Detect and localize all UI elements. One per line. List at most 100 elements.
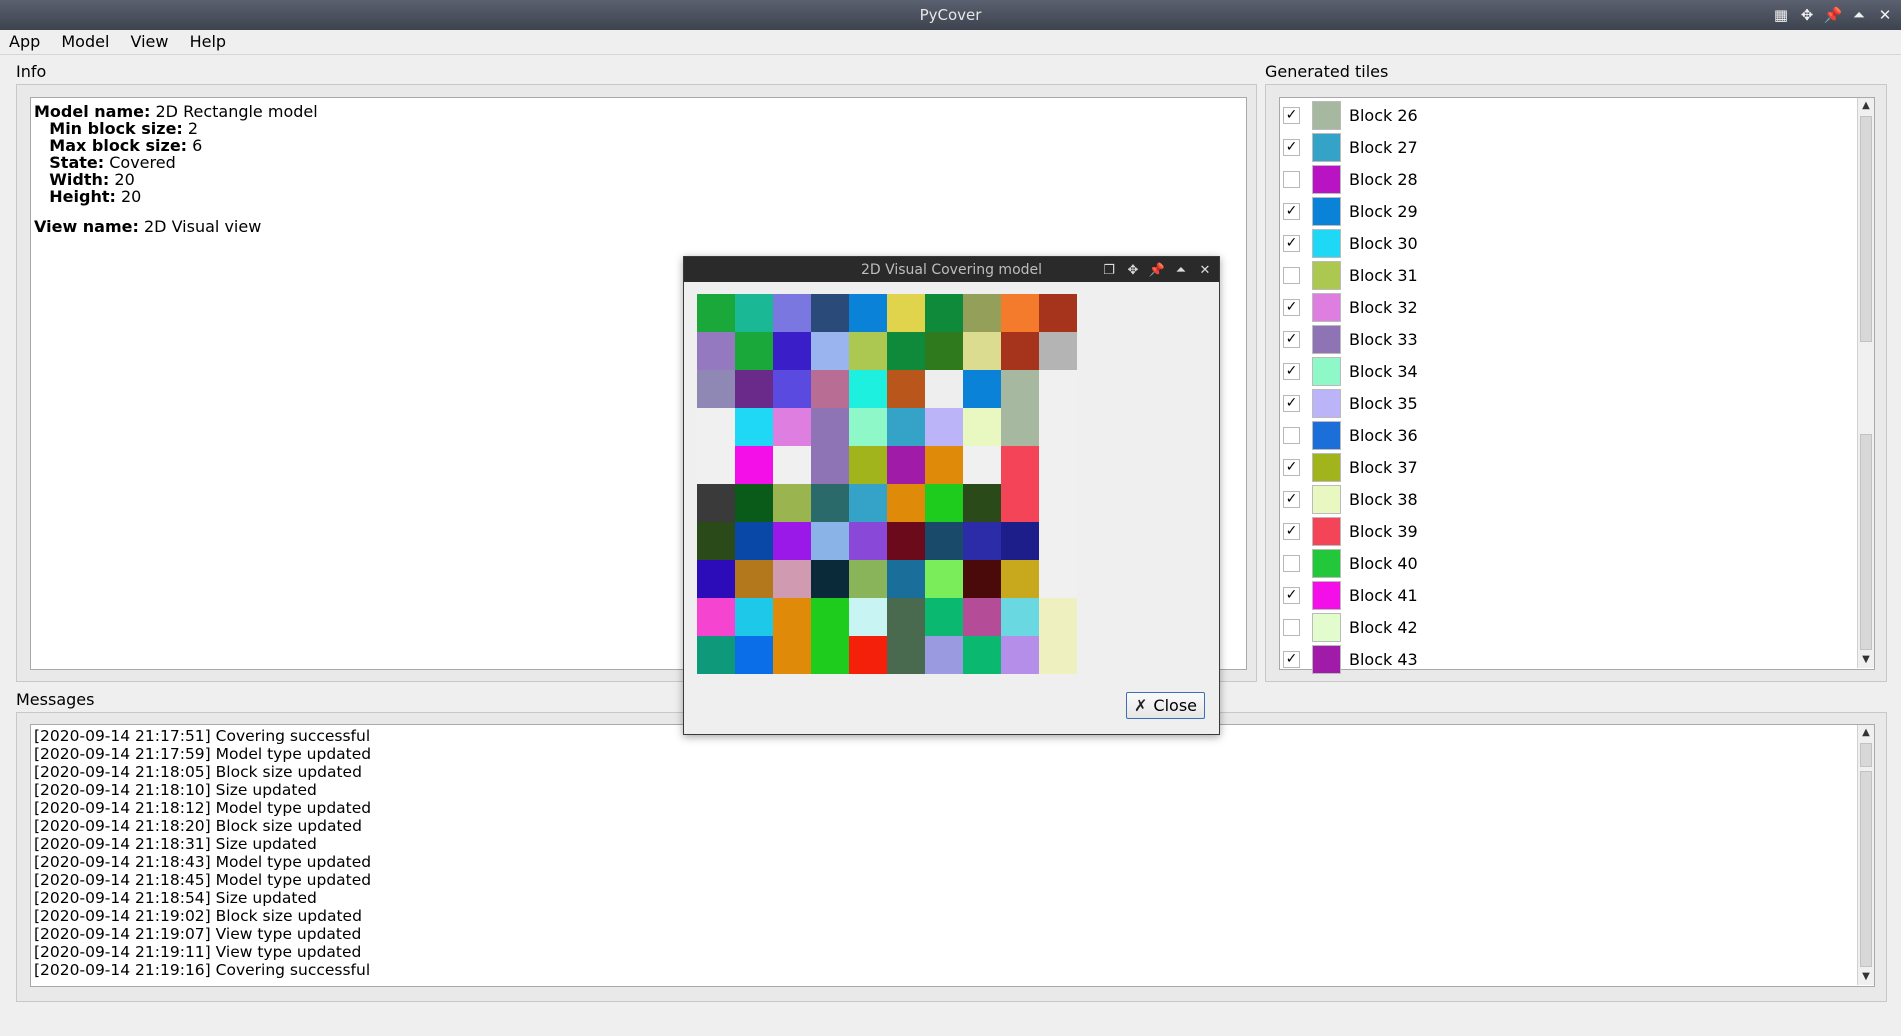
dialog-restore-icon[interactable]: ❐ xyxy=(1099,260,1119,280)
tile-row[interactable]: Block 31 xyxy=(1283,259,1418,291)
grid-cell xyxy=(963,598,1002,637)
tile-checkbox[interactable]: ✓ xyxy=(1283,458,1300,476)
tile-label: Block 36 xyxy=(1349,425,1418,445)
tile-checkbox[interactable]: ✓ xyxy=(1283,330,1300,348)
tile-checkbox[interactable]: ✓ xyxy=(1283,650,1300,668)
tile-checkbox[interactable]: ✓ xyxy=(1283,586,1300,604)
tile-label: Block 43 xyxy=(1349,649,1418,669)
tile-checkbox[interactable]: ✓ xyxy=(1283,106,1300,124)
scroll-up-icon[interactable]: ▲ xyxy=(1858,98,1874,114)
grid-cell xyxy=(697,598,736,637)
tiles-scroll-track-lower[interactable] xyxy=(1860,434,1872,650)
msg-scroll-up-icon[interactable]: ▲ xyxy=(1858,725,1874,741)
messages-label: Messages xyxy=(16,690,95,709)
tile-row[interactable]: ✓ Block 39 xyxy=(1283,515,1418,547)
tile-row[interactable]: ✓ Block 27 xyxy=(1283,131,1418,163)
message-line: [2020-09-14 21:18:43] Model type updated xyxy=(34,853,372,871)
tile-checkbox[interactable]: ✓ xyxy=(1283,490,1300,508)
tile-row[interactable]: Block 42 xyxy=(1283,611,1418,643)
grid-cell xyxy=(773,446,812,485)
grid-cell xyxy=(735,446,774,485)
tile-row[interactable]: ✓ Block 34 xyxy=(1283,355,1418,387)
grid-cell xyxy=(773,370,812,409)
grid-cell xyxy=(887,560,926,599)
dialog-pin-icon[interactable]: 📌 xyxy=(1147,260,1167,280)
tile-row[interactable]: ✓ Block 26 xyxy=(1283,99,1418,131)
height-value: 20 xyxy=(120,187,142,206)
tile-row[interactable]: ✓ Block 41 xyxy=(1283,579,1418,611)
tile-label: Block 41 xyxy=(1349,585,1418,605)
grid-cell xyxy=(773,560,812,599)
menu-help[interactable]: Help xyxy=(183,30,233,53)
tile-row[interactable]: Block 28 xyxy=(1283,163,1418,195)
tile-label: Block 28 xyxy=(1349,169,1418,189)
grid-cell xyxy=(963,446,1002,485)
tile-checkbox[interactable]: ✓ xyxy=(1283,362,1300,380)
message-line: [2020-09-14 21:18:12] Model type updated xyxy=(34,799,372,817)
tile-row[interactable]: Block 36 xyxy=(1283,419,1418,451)
tile-row[interactable]: ✓ Block 32 xyxy=(1283,291,1418,323)
tile-label: Block 37 xyxy=(1349,457,1418,477)
tile-color-swatch xyxy=(1312,132,1341,162)
tile-row[interactable]: ✓ Block 35 xyxy=(1283,387,1418,419)
menu-app[interactable]: App xyxy=(2,30,47,53)
tile-label: Block 38 xyxy=(1349,489,1418,509)
dialog-maximize-icon[interactable]: ⏶ xyxy=(1171,260,1191,280)
tile-checkbox[interactable] xyxy=(1283,170,1300,188)
grid-cell xyxy=(1001,446,1040,485)
messages-scrollbar[interactable]: ▲ ▼ xyxy=(1857,725,1874,985)
tile-checkbox[interactable]: ✓ xyxy=(1283,298,1300,316)
tile-checkbox[interactable] xyxy=(1283,426,1300,444)
tile-row[interactable]: ✓ Block 30 xyxy=(1283,227,1418,259)
visual-dialog: 2D Visual Covering model ❐ ✥ 📌 ⏶ ✕ ✗ Clo… xyxy=(683,256,1220,735)
tile-color-swatch xyxy=(1312,196,1341,226)
dialog-title-bar[interactable]: 2D Visual Covering model ❐ ✥ 📌 ⏶ ✕ xyxy=(684,257,1219,282)
msg-scroll-down-icon[interactable]: ▼ xyxy=(1858,969,1874,985)
tile-row[interactable]: ✓ Block 43 xyxy=(1283,643,1418,675)
messages-content: [2020-09-14 21:17:51] Covering successfu… xyxy=(34,727,371,979)
dialog-close-icon[interactable]: ✕ xyxy=(1195,260,1215,280)
scroll-down-icon[interactable]: ▼ xyxy=(1858,652,1874,668)
tile-checkbox[interactable]: ✓ xyxy=(1283,234,1300,252)
move-icon[interactable]: ✥ xyxy=(1797,5,1817,25)
message-line: [2020-09-14 21:19:16] Covering successfu… xyxy=(34,961,371,979)
tile-windows-icon[interactable]: ▦ xyxy=(1771,5,1791,25)
grid-cell xyxy=(925,560,964,599)
menu-model[interactable]: Model xyxy=(54,30,116,53)
tile-checkbox[interactable] xyxy=(1283,618,1300,636)
view-name-key: View name: xyxy=(34,217,139,236)
msg-scroll-track[interactable] xyxy=(1860,771,1872,967)
tile-row[interactable]: ✓ Block 38 xyxy=(1283,483,1418,515)
grid-cell xyxy=(697,560,736,599)
grid-cell xyxy=(963,484,1002,523)
tile-checkbox[interactable]: ✓ xyxy=(1283,394,1300,412)
tile-row[interactable]: ✓ Block 37 xyxy=(1283,451,1418,483)
grid-cell xyxy=(1039,294,1077,333)
tile-color-swatch xyxy=(1312,420,1341,450)
tile-checkbox[interactable]: ✓ xyxy=(1283,202,1300,220)
tiles-scroll-thumb[interactable] xyxy=(1860,116,1872,342)
pin-icon[interactable]: 📌 xyxy=(1823,5,1843,25)
grid-cell xyxy=(697,484,736,523)
message-line: [2020-09-14 21:18:54] Size updated xyxy=(34,889,317,907)
grid-cell xyxy=(735,408,774,447)
tile-checkbox[interactable] xyxy=(1283,266,1300,284)
grid-cell xyxy=(1001,332,1040,371)
close-button[interactable]: ✗ Close xyxy=(1126,692,1205,719)
tile-checkbox[interactable] xyxy=(1283,554,1300,572)
tile-row[interactable]: ✓ Block 33 xyxy=(1283,323,1418,355)
tile-row[interactable]: ✓ Block 29 xyxy=(1283,195,1418,227)
tile-checkbox[interactable]: ✓ xyxy=(1283,522,1300,540)
tiles-scrollbar[interactable]: ▲ ▼ xyxy=(1857,98,1874,668)
tile-label: Block 29 xyxy=(1349,201,1418,221)
msg-scroll-thumb[interactable] xyxy=(1860,743,1872,767)
grid-cell xyxy=(849,560,888,599)
menu-view[interactable]: View xyxy=(124,30,176,53)
tile-row[interactable]: Block 40 xyxy=(1283,547,1418,579)
view-name-value: 2D Visual view xyxy=(144,217,262,236)
dialog-move-icon[interactable]: ✥ xyxy=(1123,260,1143,280)
close-window-icon[interactable]: ✕ xyxy=(1875,5,1895,25)
tiles-label: Generated tiles xyxy=(1265,62,1389,81)
tile-checkbox[interactable]: ✓ xyxy=(1283,138,1300,156)
maximize-icon[interactable]: ⏶ xyxy=(1849,5,1869,25)
